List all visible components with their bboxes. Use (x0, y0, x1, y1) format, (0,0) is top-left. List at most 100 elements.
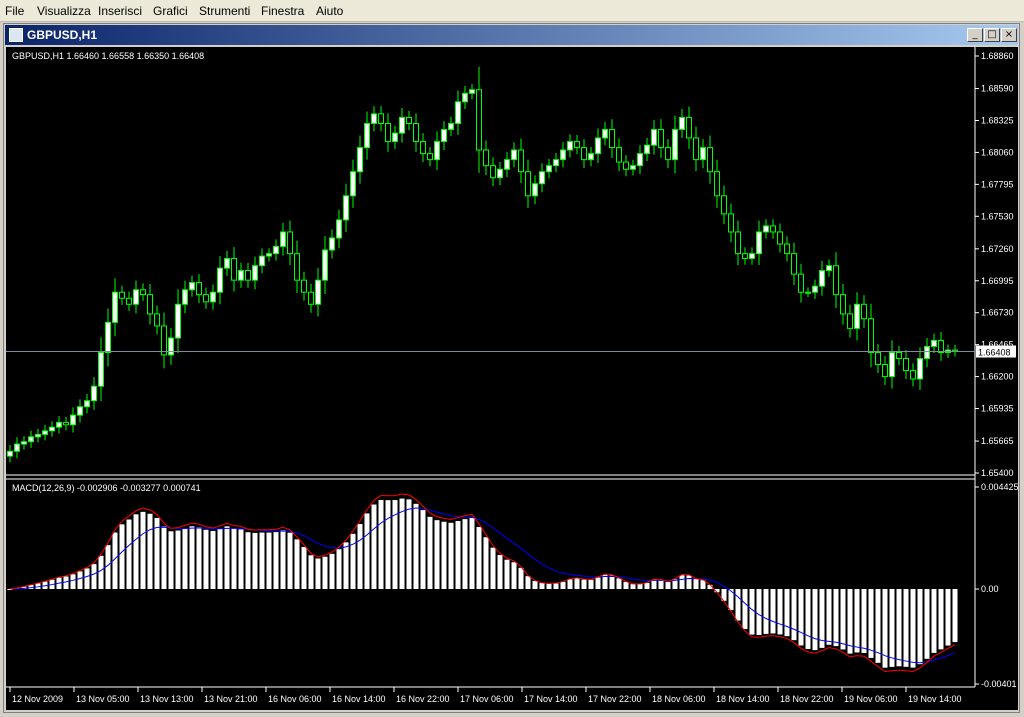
macd-histogram-bar (777, 589, 783, 635)
macd-histogram-bar (434, 520, 440, 589)
bull-candle-body (546, 165, 552, 173)
macd-histogram-bar (224, 526, 230, 589)
bull-candle-body (42, 430, 48, 435)
window-title: GBPUSD,H1 (27, 28, 98, 42)
bear-candle-body (476, 89, 482, 151)
price-tick-label: 1.66200 (981, 372, 1014, 382)
close-button[interactable]: × (1001, 28, 1017, 42)
menu-tools[interactable]: Strumenti (199, 4, 250, 18)
bear-candle-body (140, 289, 146, 296)
macd-histogram-bar (217, 528, 223, 589)
bull-candle-body (749, 253, 755, 259)
macd-histogram-bar (693, 579, 699, 589)
bull-candle-body (70, 414, 76, 426)
chart-svg[interactable]: 1.68860 1.68590 1.68325 1.68060 1.67795 1.675… (6, 47, 1018, 710)
bull-candle-body (91, 385, 97, 402)
bear-candle-body (245, 270, 251, 281)
macd-histogram-bar (511, 562, 517, 589)
macd-histogram-bar (791, 589, 797, 641)
bull-candle-body (497, 168, 503, 179)
time-tick-label: 19 Nov 14:00 (908, 694, 962, 704)
macd-histogram-bar (931, 589, 937, 653)
macd-histogram-bar (798, 589, 804, 646)
macd-histogram-bar (686, 575, 692, 589)
bull-candle-body (182, 289, 188, 305)
bear-candle-body (420, 141, 426, 155)
menu-insert[interactable]: Inserisci (98, 4, 142, 18)
macd-histogram-bar (476, 526, 482, 589)
bear-candle-body (616, 147, 622, 163)
macd-histogram-bar (588, 579, 594, 589)
main-panel-label: GBPUSD,H1 1.66460 1.66558 1.66350 1.6640… (12, 51, 204, 61)
macd-histogram-bar (308, 555, 314, 589)
bull-candle-body (448, 122, 454, 131)
bull-candle-body (350, 171, 356, 197)
bear-candle-body (525, 171, 531, 197)
price-tick-label: 1.67260 (981, 244, 1014, 254)
bull-candle-body (77, 406, 83, 416)
minimize-button[interactable]: _ (967, 28, 983, 42)
macd-histogram-bar (896, 589, 902, 667)
bear-candle-body (147, 294, 153, 315)
bull-candle-body (371, 113, 377, 124)
bear-candle-body (119, 291, 125, 299)
price-tick-label: 1.68590 (981, 84, 1014, 94)
macd-histogram-bar (168, 531, 174, 589)
macd-histogram-bar (518, 567, 524, 589)
bull-candle-body (644, 144, 650, 155)
menu-help[interactable]: Aiuto (316, 4, 343, 18)
price-tick-label: 1.66730 (981, 308, 1014, 318)
bear-candle-body (742, 253, 748, 259)
bear-candle-body (231, 257, 237, 281)
macd-histogram-bar (133, 514, 139, 589)
macd-histogram-bar (462, 519, 468, 589)
bear-candle-body (861, 303, 867, 320)
macd-histogram-bar (287, 532, 293, 589)
bear-candle-body (784, 243, 790, 255)
time-tick-label: 12 Nov 2009 (12, 694, 63, 704)
bear-candle-body (882, 364, 888, 378)
chart-canvas[interactable]: 1.68860 1.68590 1.68325 1.68060 1.67795 1.675… (6, 47, 1018, 710)
bear-candle-body (868, 318, 874, 353)
bear-candle-body (308, 291, 314, 305)
menu-window[interactable]: Finestra (261, 4, 304, 18)
bull-candle-body (105, 321, 111, 353)
macd-histogram-bar (343, 542, 349, 589)
macd-histogram-bar (189, 526, 195, 589)
bull-candle-body (455, 101, 461, 124)
bear-candle-body (385, 122, 391, 143)
macd-histogram-bar (126, 519, 132, 589)
menu-charts[interactable]: Grafici (153, 4, 188, 18)
price-tick-label: 1.68860 (981, 51, 1014, 61)
bull-candle-body (21, 441, 27, 445)
macd-histogram-bar (161, 526, 167, 589)
macd-histogram-bar (329, 553, 335, 589)
window-titlebar[interactable]: GBPUSD,H1 _ □ × (5, 25, 1018, 45)
macd-histogram-bar (140, 511, 146, 589)
menu-file[interactable]: File (5, 4, 24, 18)
bear-candle-body (427, 153, 433, 161)
bull-candle-body (189, 282, 195, 291)
price-tick-label: 1.68325 (981, 115, 1014, 125)
macd-tick-label: 0.00 (981, 584, 999, 594)
bull-candle-body (700, 147, 706, 161)
macd-histogram-bar (70, 574, 76, 589)
bear-candle-body (728, 213, 734, 233)
bull-candle-body (539, 171, 545, 185)
bear-candle-body (875, 351, 881, 366)
time-tick-label: 16 Nov 22:00 (396, 694, 450, 704)
macd-histogram-bar (448, 522, 454, 589)
bull-candle-body (595, 137, 601, 155)
macd-histogram-bar (553, 583, 559, 589)
bull-candle-body (756, 231, 762, 255)
time-tick-label: 18 Nov 14:00 (716, 694, 770, 704)
bull-candle-body (469, 89, 475, 94)
bull-candle-body (336, 219, 342, 239)
maximize-button[interactable]: □ (984, 28, 1000, 42)
macd-histogram-bar (322, 556, 328, 589)
macd-histogram-bar (616, 578, 622, 589)
bull-candle-body (252, 265, 258, 281)
bull-candle-body (280, 231, 286, 247)
menu-view[interactable]: Visualizza (37, 4, 91, 18)
bull-candle-body (532, 183, 538, 197)
